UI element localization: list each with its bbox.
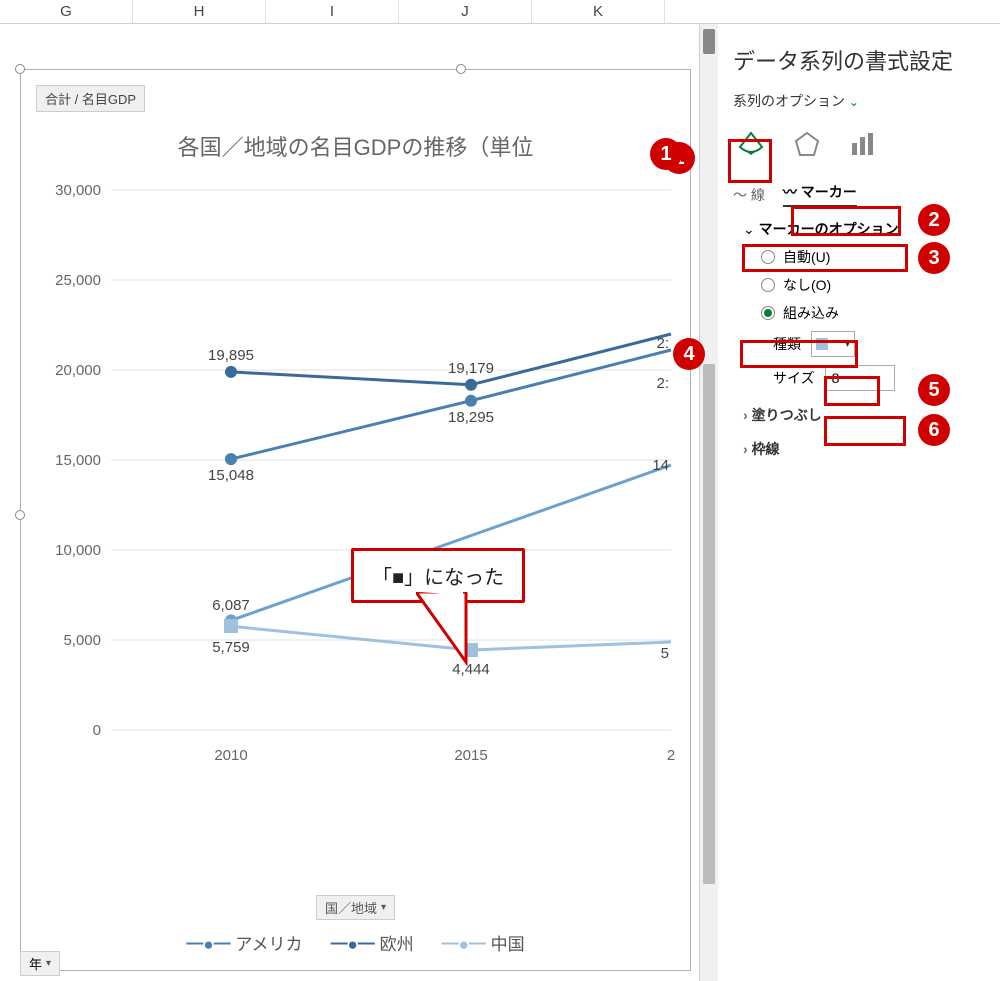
ytick-label: 10,000	[55, 542, 101, 559]
series-options-dropdown[interactable]: 系列のオプション ⌄	[733, 91, 985, 111]
selection-handle[interactable]	[15, 510, 25, 520]
data-label: 5	[661, 645, 669, 662]
region-filter-button[interactable]: 国／地域▾	[316, 895, 395, 920]
marker-eu[interactable]	[465, 379, 477, 391]
annotation-badge-5: 5	[918, 374, 950, 406]
xtick-label: 2015	[454, 747, 487, 764]
marker-us[interactable]	[225, 453, 237, 465]
type-label: 種類	[773, 334, 801, 354]
marker-cn-square[interactable]	[224, 619, 238, 633]
ytick-label: 20,000	[55, 362, 101, 379]
col-header[interactable]: J	[399, 0, 532, 23]
pane-category-icons	[733, 126, 985, 162]
legend-item[interactable]: ━●━ 欧州	[331, 930, 414, 955]
marker-us[interactable]	[465, 395, 477, 407]
ytick-label: 15,000	[55, 452, 101, 469]
ytick-label: 30,000	[55, 182, 101, 199]
fill-line-icon[interactable]	[733, 126, 769, 162]
legend-item[interactable]: ━●━ 中国	[442, 930, 525, 955]
chart-area[interactable]: 合計 / 名目GDP 各国／地域の名目GDPの推移（単位 30,000 25,0…	[0, 24, 700, 981]
radio-builtin[interactable]: 組み込み	[761, 303, 985, 323]
data-label: 19,895	[208, 347, 254, 364]
marker-type-select[interactable]: ▾	[811, 331, 855, 357]
chart-legend: 国／地域▾ ━●━ アメリカ ━●━ 欧州 ━●━ 中国	[21, 895, 690, 955]
data-label: 19,179	[448, 360, 494, 377]
tab-line[interactable]: 〜 線	[733, 185, 765, 205]
radio-auto[interactable]: 自動(U)	[761, 247, 985, 267]
series-options-icon[interactable]	[845, 126, 881, 162]
data-label: 6,087	[212, 597, 250, 614]
radio-none[interactable]: なし(O)	[761, 275, 985, 295]
spreadsheet-column-header: G H I J K	[0, 0, 1000, 24]
selection-handle[interactable]	[456, 64, 466, 74]
legend-item[interactable]: ━●━ アメリカ	[186, 930, 302, 955]
data-label: 18,295	[448, 409, 494, 426]
square-marker-icon	[816, 338, 828, 350]
data-label: 5,759	[212, 639, 250, 656]
chart-plot[interactable]: 30,000 25,000 20,000 15,000 10,000 5,000…	[31, 170, 691, 810]
col-header[interactable]: G	[0, 0, 133, 23]
tab-marker[interactable]: 〰 マーカー	[783, 182, 857, 207]
border-section[interactable]: 枠線	[743, 439, 985, 459]
xtick-label: 2	[667, 747, 675, 764]
annotation-badge-4: 4	[673, 338, 705, 370]
col-header[interactable]: H	[133, 0, 266, 23]
effects-icon[interactable]	[789, 126, 825, 162]
data-label: 2:	[656, 375, 669, 392]
chart-title[interactable]: 各国／地域の名目GDPの推移（単位	[21, 130, 690, 162]
xtick-label: 2010	[214, 747, 247, 764]
annotation-badge-2: 2	[918, 204, 950, 236]
marker-options-section[interactable]: ⌄ マーカーのオプション	[743, 221, 899, 237]
scrollbar-thumb[interactable]	[703, 364, 715, 884]
ytick-label: 5,000	[63, 632, 101, 649]
year-filter-button[interactable]: 年▾	[20, 951, 60, 976]
ytick-label: 25,000	[55, 272, 101, 289]
pane-title: データ系列の書式設定	[733, 44, 985, 76]
fill-section[interactable]: 塗りつぶし	[743, 405, 985, 425]
vertical-scrollbar[interactable]	[700, 24, 718, 981]
size-label: サイズ	[773, 368, 815, 388]
annotation-badge-6: 6	[918, 414, 950, 446]
annotation-badge-1-outer: 1	[650, 138, 682, 170]
annotation-pointer	[416, 592, 476, 672]
scrollbar-thumb[interactable]	[703, 29, 715, 54]
col-header[interactable]: K	[532, 0, 665, 23]
chart-object[interactable]: 合計 / 名目GDP 各国／地域の名目GDPの推移（単位 30,000 25,0…	[20, 69, 691, 971]
ytick-label: 0	[93, 722, 101, 739]
value-field-label[interactable]: 合計 / 名目GDP	[36, 85, 145, 112]
marker-eu[interactable]	[225, 366, 237, 378]
data-label: 15,048	[208, 467, 254, 484]
data-label: 14	[652, 457, 669, 474]
format-data-series-pane: データ系列の書式設定 系列のオプション ⌄	[718, 24, 1000, 981]
marker-size-input[interactable]	[825, 365, 895, 391]
annotation-badge-3: 3	[918, 242, 950, 274]
col-header[interactable]: I	[266, 0, 399, 23]
selection-handle[interactable]	[15, 64, 25, 74]
